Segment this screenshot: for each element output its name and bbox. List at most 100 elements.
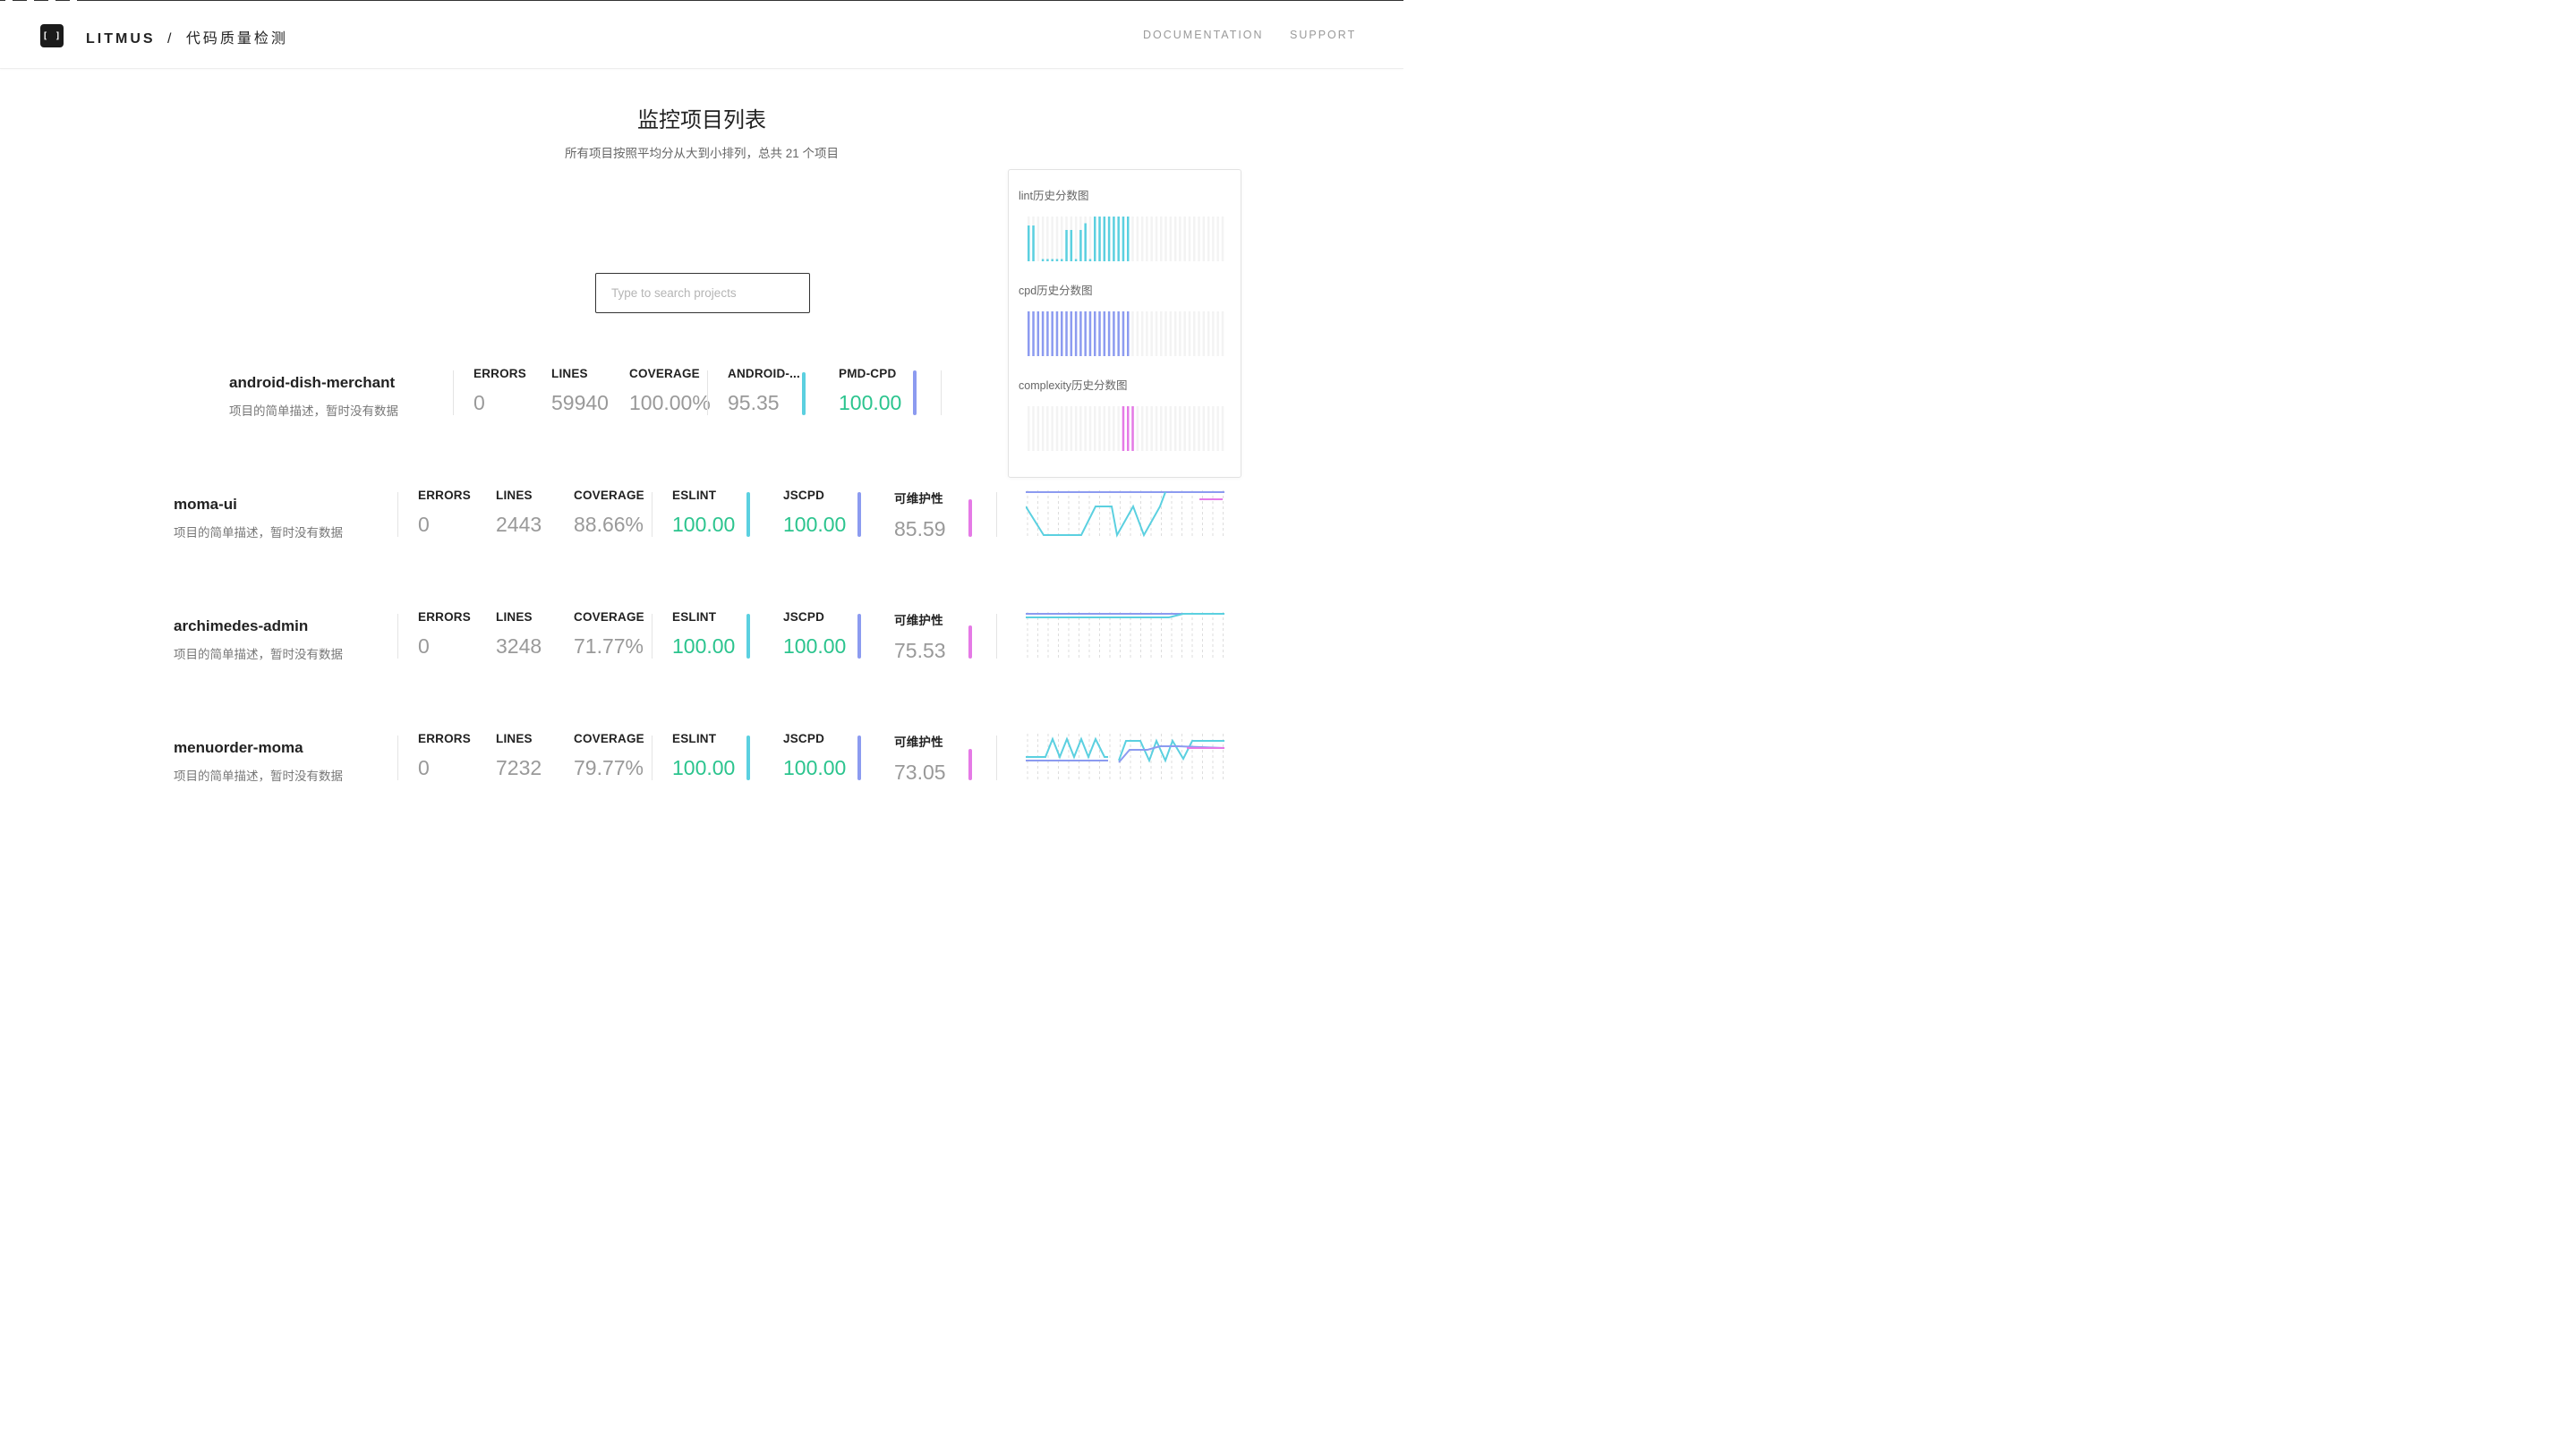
project-name[interactable]: moma-ui — [174, 496, 237, 514]
metric-value: 100.00 — [783, 513, 847, 536]
history-bar-bg — [1155, 311, 1158, 356]
project-name[interactable]: archimedes-admin — [174, 617, 308, 635]
metric-lines: LINES 59940 — [551, 367, 609, 415]
metric-label: COVERAGE — [574, 610, 644, 624]
metric-value: 0 — [418, 756, 430, 779]
brand-separator: / — [167, 31, 175, 47]
metric-coverage: COVERAGE 100.00% — [629, 367, 711, 415]
history-bar-bg — [1173, 311, 1177, 356]
cpd-history-title: cpd历史分数图 — [1019, 285, 1093, 297]
history-bar-bg — [1193, 311, 1196, 356]
history-bar-bg — [1179, 217, 1181, 261]
metric-errors: ERRORS 0 — [418, 489, 471, 537]
history-bar-bg — [1183, 406, 1186, 451]
history-bar-bg — [1088, 406, 1092, 451]
cpd-history-chart — [1028, 311, 1224, 356]
history-bar — [1084, 311, 1087, 356]
history-bar — [1046, 311, 1049, 356]
metric-label: ESLINT — [672, 732, 717, 745]
divider — [652, 614, 653, 659]
history-bar-bg — [1098, 406, 1101, 451]
history-bar-bg — [1216, 311, 1219, 356]
history-bar-bg — [1183, 217, 1186, 261]
metric-label: COVERAGE — [629, 367, 700, 380]
history-bar — [1070, 230, 1073, 261]
divider — [652, 736, 653, 780]
metric-label: LINES — [496, 732, 533, 745]
history-bar-bg — [1164, 311, 1167, 356]
history-bar-bg — [1061, 217, 1063, 261]
history-bar — [1122, 217, 1125, 261]
history-bar — [1055, 311, 1059, 356]
history-bar-bg — [1117, 406, 1120, 451]
metric-coverage: COVERAGE 71.77% — [574, 610, 644, 659]
history-bar-bg — [1193, 406, 1196, 451]
history-bar — [1061, 311, 1063, 356]
nav-support-link[interactable]: SUPPORT — [1290, 29, 1356, 41]
metric-label: ERRORS — [473, 367, 526, 380]
history-bar-bg — [1084, 406, 1087, 451]
history-bar-bg — [1046, 406, 1049, 451]
metric-value: 100.00 — [672, 634, 736, 658]
history-bar-bg — [1202, 311, 1206, 356]
project-name[interactable]: menuorder-moma — [174, 739, 303, 757]
history-bar-bg — [1036, 217, 1040, 261]
history-bar — [1127, 217, 1130, 261]
project-row[interactable]: moma-ui 项目的简单描述，暂时没有数据 ERRORS 0 LINES 2443… — [174, 489, 1230, 560]
search-input[interactable] — [595, 273, 810, 313]
history-bar — [1041, 259, 1045, 261]
history-popover: lint历史分数图 cpd历史分数图 complexity历史分数图 — [1008, 169, 1241, 478]
history-bar — [1084, 223, 1087, 261]
score-bar — [968, 625, 972, 659]
history-bar — [1094, 217, 1096, 261]
history-bar-bg — [1051, 406, 1053, 451]
metric-label: LINES — [496, 610, 533, 624]
history-bar — [1088, 259, 1092, 261]
history-bar — [1131, 406, 1134, 451]
metric-errors: ERRORS 0 — [473, 367, 526, 415]
metric-label: ERRORS — [418, 489, 471, 502]
history-bar-bg — [1136, 406, 1139, 451]
history-bar-bg — [1221, 406, 1224, 451]
history-bar — [1032, 225, 1035, 261]
history-bar-bg — [1061, 406, 1063, 451]
history-sparkline[interactable] — [1026, 732, 1224, 784]
metric-value: 100.00 — [783, 634, 847, 658]
project-row[interactable]: menuorder-moma 项目的简单描述，暂时没有数据 ERRORS 0 LI… — [174, 732, 1230, 786]
score-bar — [913, 370, 917, 415]
project-name[interactable]: android-dish-merchant — [229, 374, 395, 392]
history-bar-bg — [1188, 311, 1191, 356]
history-bar-bg — [1198, 311, 1200, 356]
metric-value: 73.05 — [894, 761, 946, 784]
history-bar-bg — [1032, 406, 1035, 451]
project-description: 项目的简单描述，暂时没有数据 — [174, 770, 343, 783]
history-bar — [1028, 225, 1030, 261]
history-bar-bg — [1202, 406, 1206, 451]
history-bar-bg — [1169, 217, 1173, 261]
history-bar-bg — [1216, 406, 1219, 451]
history-sparkline[interactable] — [1026, 610, 1224, 662]
metric-label: 可维护性 — [894, 736, 943, 749]
history-bar — [1079, 311, 1082, 356]
history-bar — [1046, 259, 1049, 261]
history-bar — [1117, 311, 1120, 356]
history-bar-bg — [1212, 311, 1215, 356]
history-bar — [1122, 311, 1125, 356]
brand-subtitle: 代码质量检测 — [185, 31, 288, 47]
metric-value: 100.00 — [672, 513, 736, 536]
history-bar-bg — [1055, 406, 1059, 451]
history-sparkline[interactable] — [1026, 489, 1224, 540]
brand-title[interactable]: LITMUS / 代码质量检测 — [86, 26, 288, 47]
project-row[interactable]: archimedes-admin 项目的简单描述，暂时没有数据 ERRORS 0 … — [174, 610, 1230, 682]
history-bar — [1036, 311, 1040, 356]
history-bar-bg — [1103, 406, 1106, 451]
nav-documentation-link[interactable]: DOCUMENTATION — [1143, 29, 1264, 41]
project-row[interactable]: android-dish-merchant 项目的简单描述，暂时没有数据 ERR… — [229, 367, 945, 438]
history-bar-bg — [1088, 217, 1092, 261]
history-bar-bg — [1150, 406, 1153, 451]
score-bar — [968, 749, 972, 780]
history-bar-bg — [1216, 217, 1219, 261]
project-description: 项目的简单描述，暂时没有数据 — [174, 526, 343, 540]
logo-icon[interactable]: [ ] — [40, 24, 64, 47]
metric-jscpd: JSCPD 100.00 — [783, 610, 846, 659]
